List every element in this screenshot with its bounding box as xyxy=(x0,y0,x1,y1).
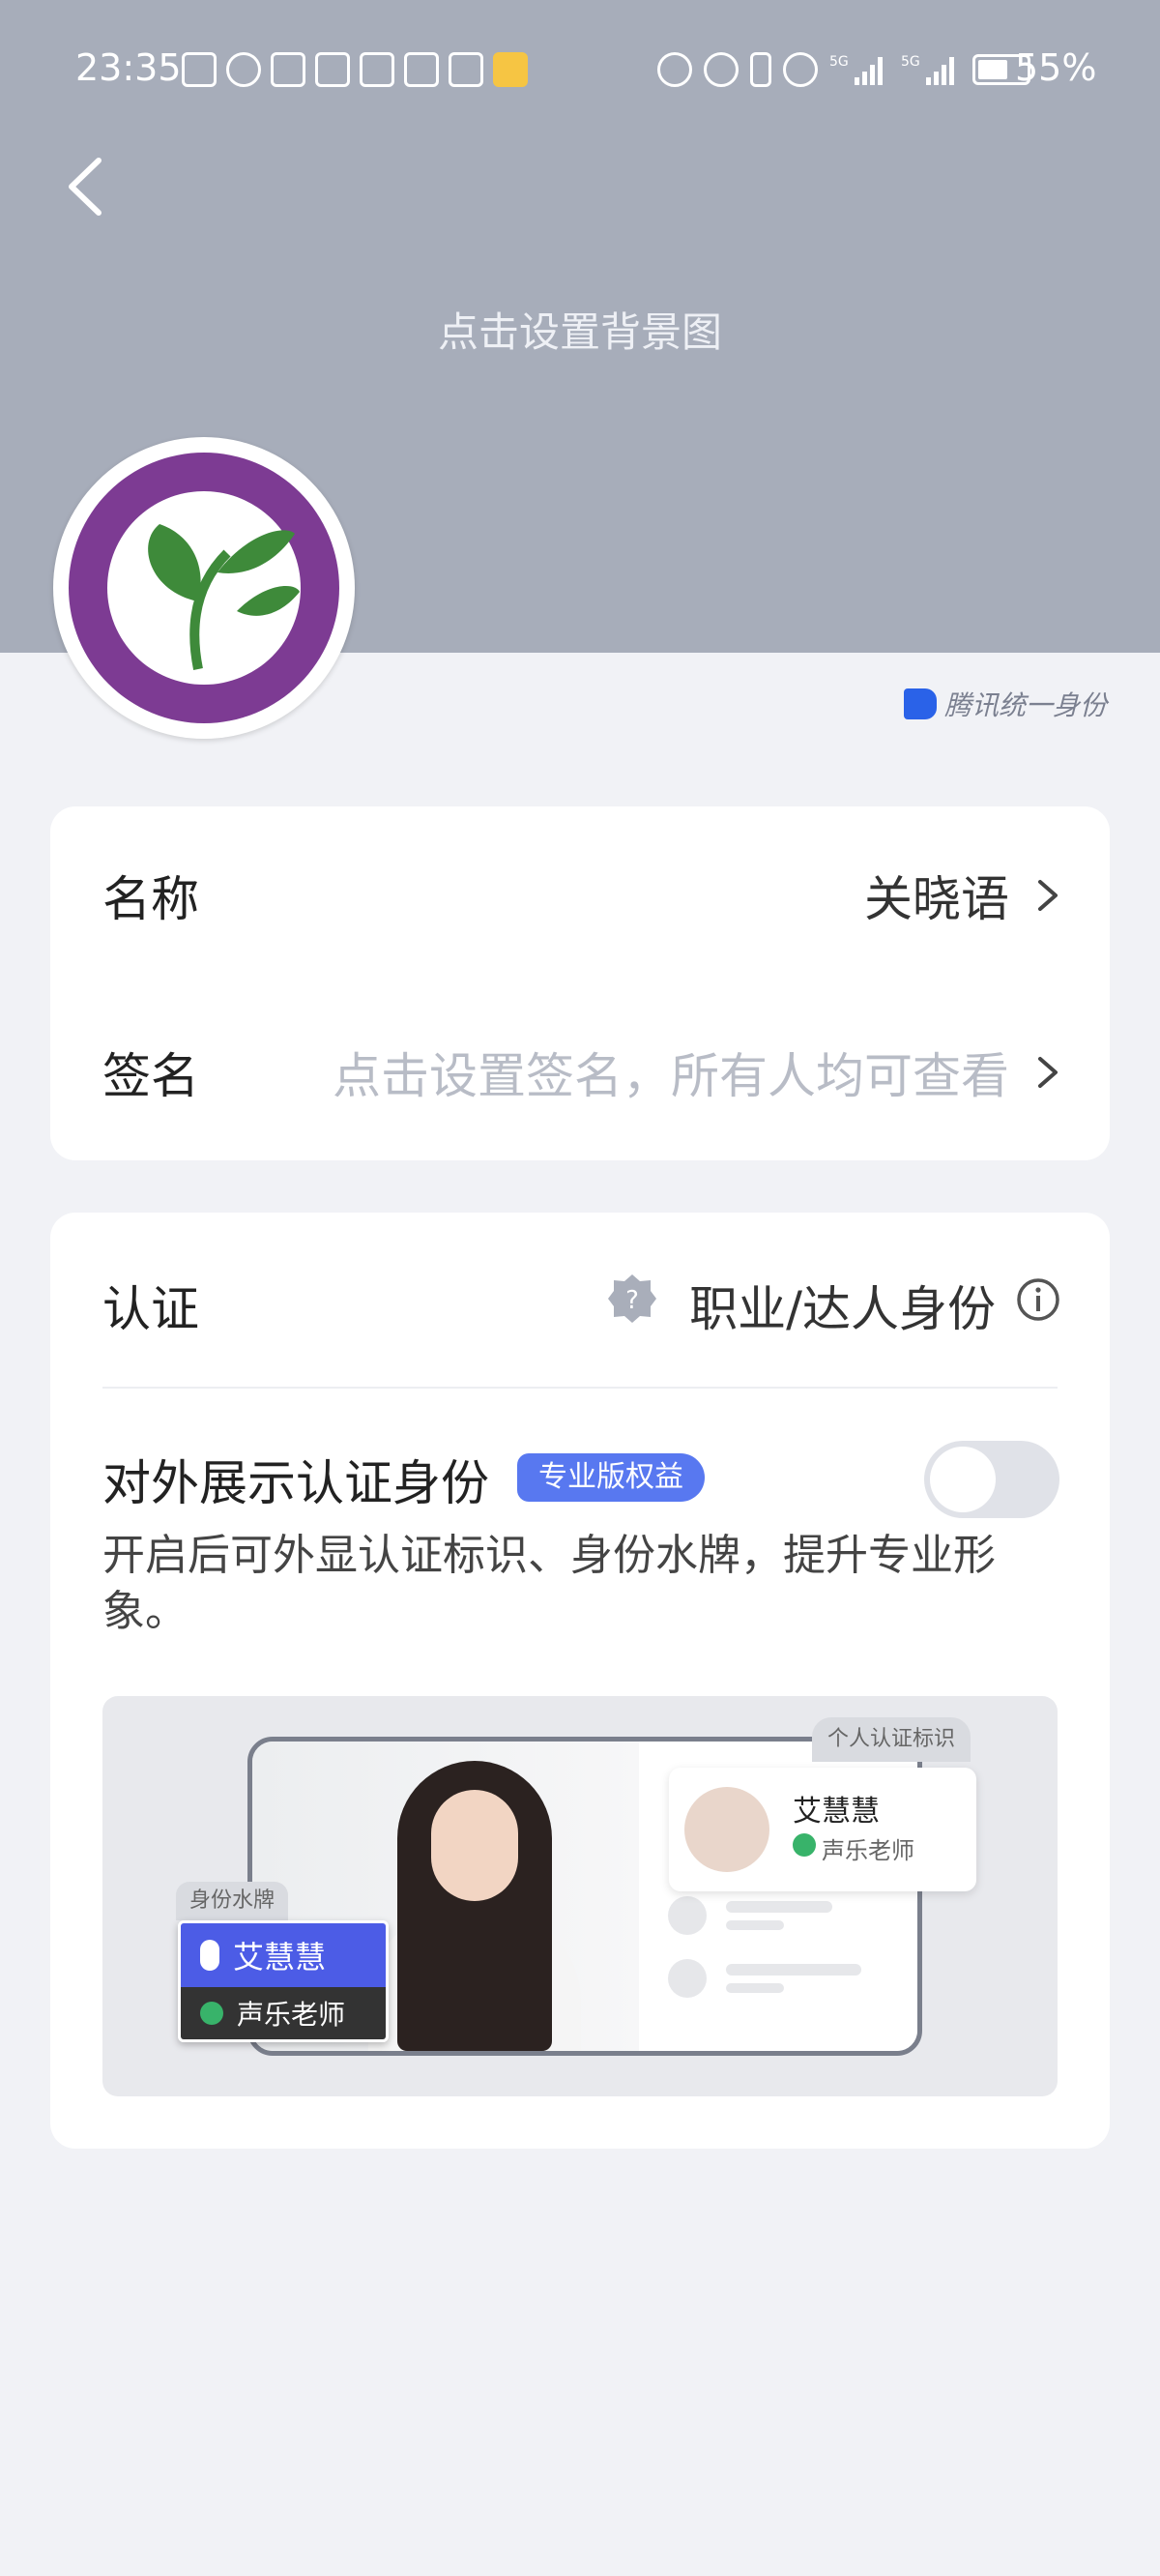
pro-badge[interactable]: 专业版权益 xyxy=(517,1453,705,1502)
app-icon xyxy=(315,52,350,87)
headphones-icon xyxy=(704,52,739,87)
identity-watermark: 艾慧慧 声乐老师 xyxy=(178,1920,389,2042)
toggle-knob xyxy=(930,1447,996,1512)
cast-icon xyxy=(182,52,217,87)
verification-value[interactable]: 职业/达人身份 xyxy=(689,1271,996,1340)
verification-label: 认证 xyxy=(102,1281,199,1337)
alarm-icon xyxy=(657,52,692,87)
avatar[interactable] xyxy=(53,437,355,739)
cert-role: 声乐老师 xyxy=(822,1837,914,1864)
svg-text:5G: 5G xyxy=(829,54,849,70)
signal-5g-icon: 5G xyxy=(829,54,883,85)
verification-badge-icon: ? xyxy=(608,1274,656,1323)
svg-text:5G: 5G xyxy=(901,54,920,70)
watermark-name: 艾慧慧 xyxy=(233,1939,327,1976)
microphone-icon xyxy=(200,1940,219,1971)
signature-row[interactable]: 签名 点击设置签名，所有人均可查看 xyxy=(50,983,1110,1160)
back-arrow-icon[interactable] xyxy=(60,153,118,220)
verified-check-icon xyxy=(200,2002,223,2025)
app-icon xyxy=(360,52,394,87)
nfc-icon xyxy=(271,52,305,87)
watermark-role: 声乐老师 xyxy=(237,1999,346,2031)
status-right-icons: 5G 5G xyxy=(657,52,1030,87)
watermark-tag: 身份水牌 xyxy=(176,1882,289,1920)
battery-percent: 55% xyxy=(1015,46,1097,89)
chevron-right-icon xyxy=(1038,1057,1058,1088)
profile-card: 名称 关晓语 签名 点击设置签名，所有人均可查看 xyxy=(50,806,1110,1160)
cert-card: 艾慧慧 声乐老师 xyxy=(669,1768,976,1891)
cert-name: 艾慧慧 xyxy=(793,1795,880,1829)
cert-tag: 个人认证标识 xyxy=(812,1717,972,1762)
verification-preview: 个人认证标识 艾慧慧 声乐老师 身份水牌 艾慧慧 声乐老师 xyxy=(102,1696,1058,2096)
battery-saver-icon xyxy=(750,52,771,87)
svg-text:?: ? xyxy=(625,1286,639,1315)
name-value: 关晓语 xyxy=(864,871,1009,927)
school-logo xyxy=(59,443,349,733)
shop-icon xyxy=(404,52,439,87)
app-icon xyxy=(449,52,483,87)
verification-description: 开启后可外显认证标识、身份水牌，提升专业形象。 xyxy=(102,1531,996,1636)
tencent-id-logo-icon xyxy=(904,688,937,719)
name-label: 名称 xyxy=(102,871,199,927)
set-background-hint[interactable]: 点击设置背景图 xyxy=(0,300,1160,359)
verification-card: 认证 ? 职业/达人身份 对外展示认证身份 专业版权益 开启后可外显认证标识、身… xyxy=(50,1213,1110,2149)
status-left-icons xyxy=(182,52,528,87)
verified-check-icon xyxy=(793,1833,816,1857)
divider xyxy=(102,1387,1058,1389)
signal-5g-icon: 5G xyxy=(901,54,954,85)
mute-icon xyxy=(783,52,818,87)
status-bar: 23:35 5G 5G 55% xyxy=(0,39,1160,106)
eye-icon xyxy=(226,52,261,87)
signature-placeholder: 点击设置签名，所有人均可查看 xyxy=(333,1048,1009,1104)
signature-label: 签名 xyxy=(102,1048,199,1104)
name-row[interactable]: 名称 关晓语 xyxy=(50,806,1110,983)
status-time: 23:35 xyxy=(75,46,182,89)
show-verification-toggle[interactable] xyxy=(924,1441,1059,1518)
avatar xyxy=(684,1787,769,1872)
chevron-right-icon xyxy=(1038,880,1058,911)
info-icon[interactable] xyxy=(1015,1276,1061,1323)
weibo-icon xyxy=(493,52,528,87)
tencent-unified-id: 腾讯统一身份 xyxy=(904,685,1107,723)
show-verification-label: 对外展示认证身份 xyxy=(102,1455,489,1511)
